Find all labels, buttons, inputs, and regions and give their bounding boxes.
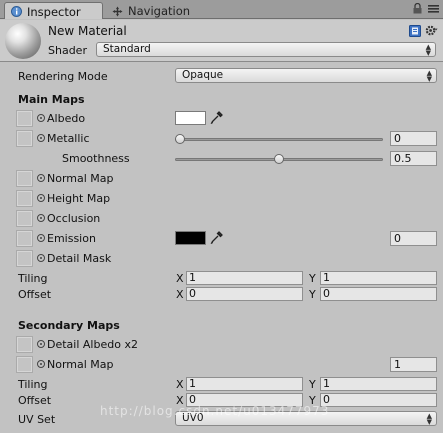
emission-texture-slot[interactable] (16, 230, 33, 247)
lock-icon[interactable] (413, 3, 422, 14)
secondary-normal-map-texture-slot[interactable] (16, 356, 33, 373)
offset-y-axis-label: Y (309, 288, 316, 301)
object-picker-icon[interactable] (37, 194, 45, 202)
rendering-mode-value: Opaque (182, 69, 224, 81)
object-picker-icon[interactable] (37, 340, 45, 348)
normal-map-texture-slot[interactable] (16, 170, 33, 187)
secondary-offset-y-field[interactable]: 0 (320, 393, 437, 407)
metallic-value-field[interactable]: 0 (390, 131, 437, 146)
secondary-tiling-x-axis-label: X (176, 378, 184, 391)
secondary-offset-label: Offset (18, 394, 52, 407)
dropdown-arrow-icon: ▲ ▼ (425, 43, 431, 57)
object-picker-icon[interactable] (37, 234, 45, 242)
smoothness-slider-thumb[interactable] (274, 154, 284, 164)
eyedropper-icon[interactable] (210, 110, 224, 124)
uv-set-dropdown[interactable]: UV0 ▲ ▼ (175, 411, 437, 426)
albedo-color-swatch[interactable] (175, 111, 206, 125)
height-map-texture-slot[interactable] (16, 190, 33, 207)
metallic-slider-track[interactable] (175, 138, 383, 141)
metallic-slider-thumb[interactable] (175, 134, 185, 144)
material-header: New Material Shader Standard ▲ ▼ (0, 20, 443, 62)
tiling-x-field[interactable]: 1 (186, 271, 303, 285)
navigation-icon (112, 6, 123, 16)
detail-albedo-label: Detail Albedo x2 (47, 338, 138, 351)
emission-value-field[interactable]: 0 (390, 231, 437, 246)
secondary-tiling-x-field[interactable]: 1 (186, 377, 303, 391)
detail-mask-label: Detail Mask (47, 252, 112, 265)
object-picker-icon[interactable] (37, 174, 45, 182)
secondary-offset-x-axis-label: X (176, 394, 184, 407)
metallic-texture-slot[interactable] (16, 130, 33, 147)
inspector-icon (11, 6, 22, 17)
normal-map-label: Normal Map (47, 172, 114, 185)
albedo-texture-slot[interactable] (16, 110, 33, 127)
secondary-tiling-label: Tiling (18, 378, 48, 391)
secondary-maps-title: Secondary Maps (18, 319, 120, 332)
dropdown-arrow-icon: ▲ ▼ (426, 69, 432, 83)
detail-mask-texture-slot[interactable] (16, 250, 33, 267)
tiling-x-axis-label: X (176, 272, 184, 285)
uv-set-label: UV Set (18, 413, 56, 426)
secondary-normal-map-label: Normal Map (47, 358, 114, 371)
uv-set-value: UV0 (182, 412, 204, 424)
offset-x-axis-label: X (176, 288, 184, 301)
tab-bar: Inspector Navigation (0, 0, 443, 19)
smoothness-value-field[interactable]: 0.5 (390, 151, 437, 166)
metallic-label: Metallic (47, 132, 90, 145)
secondary-tiling-y-axis-label: Y (309, 378, 316, 391)
eyedropper-icon[interactable] (210, 230, 224, 244)
material-name: New Material (48, 24, 127, 38)
height-map-label: Height Map (47, 192, 111, 205)
shader-value: Standard (103, 43, 151, 55)
tab-inspector-label: Inspector (27, 4, 81, 19)
rendering-mode-label: Rendering Mode (18, 70, 108, 83)
object-picker-icon[interactable] (37, 360, 45, 368)
shader-label: Shader (48, 44, 87, 57)
gear-icon[interactable] (425, 24, 438, 37)
tab-inspector[interactable]: Inspector (4, 2, 103, 19)
secondary-tiling-y-field[interactable]: 1 (320, 377, 437, 391)
shader-dropdown[interactable]: Standard ▲ ▼ (96, 42, 436, 57)
object-picker-icon[interactable] (37, 114, 45, 122)
tab-navigation-label: Navigation (128, 4, 191, 18)
albedo-label: Albedo (47, 112, 86, 125)
dropdown-arrow-icon: ▲ ▼ (426, 412, 432, 426)
rendering-mode-dropdown[interactable]: Opaque ▲ ▼ (175, 68, 437, 83)
object-picker-icon[interactable] (37, 134, 45, 142)
secondary-offset-y-axis-label: Y (309, 394, 316, 407)
object-picker-icon[interactable] (37, 214, 45, 222)
secondary-normal-map-value-field[interactable]: 1 (390, 357, 437, 372)
menu-icon[interactable] (428, 3, 439, 14)
tab-navigation[interactable]: Navigation (106, 2, 198, 19)
offset-x-field[interactable]: 0 (186, 287, 303, 301)
offset-label: Offset (18, 288, 52, 301)
smoothness-label: Smoothness (62, 152, 130, 165)
emission-color-swatch[interactable] (175, 231, 206, 245)
object-picker-icon[interactable] (37, 254, 45, 262)
offset-y-field[interactable]: 0 (320, 287, 437, 301)
tiling-y-axis-label: Y (309, 272, 316, 285)
material-preview-sphere (5, 23, 41, 59)
main-maps-title: Main Maps (18, 93, 85, 106)
emission-label: Emission (47, 232, 96, 245)
help-book-icon[interactable] (409, 24, 421, 37)
tiling-label: Tiling (18, 272, 48, 285)
tiling-y-field[interactable]: 1 (320, 271, 437, 285)
occlusion-label: Occlusion (47, 212, 101, 225)
occlusion-texture-slot[interactable] (16, 210, 33, 227)
secondary-offset-x-field[interactable]: 0 (186, 393, 303, 407)
detail-albedo-texture-slot[interactable] (16, 336, 33, 353)
